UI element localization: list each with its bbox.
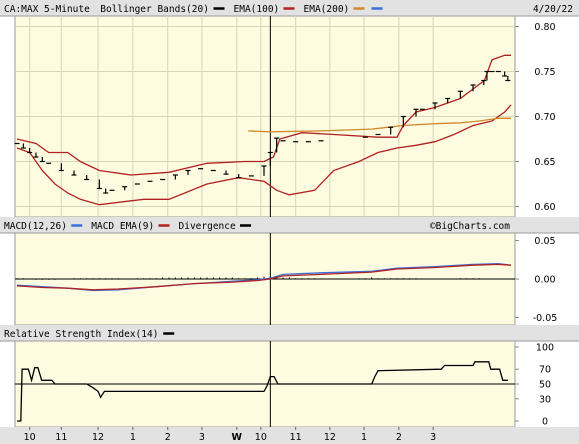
y-tick-label: 0.75 bbox=[534, 67, 555, 78]
y-tick-label: 0.60 bbox=[534, 202, 555, 213]
y-tick-label: 100 bbox=[536, 343, 554, 354]
stock-chart: CA:MAX 5-Minute Bollinger Bands(20) EMA(10… bbox=[0, 0, 579, 444]
x-tick-label: 1 bbox=[361, 432, 367, 443]
x-tick-label: 1 bbox=[130, 432, 136, 443]
legend-label: EMA(200) bbox=[304, 4, 350, 15]
x-tick-label: 11 bbox=[290, 432, 302, 443]
y-tick-label: -0.05 bbox=[533, 313, 558, 324]
panel-macd: MACD(12,26) MACD EMA(9) Divergence ©BigChar… bbox=[0, 217, 579, 326]
panel-rsi: Relative Strength Index(14) 100 70 50 30 0 bbox=[0, 325, 579, 428]
x-tick-label: 12 bbox=[324, 432, 336, 443]
x-tick-label: 10 bbox=[24, 432, 36, 443]
symbol-label: CA:MAX 5-Minute bbox=[4, 4, 90, 15]
legend-label: Relative Strength Index(14) bbox=[4, 329, 158, 340]
x-tick-label: 11 bbox=[55, 432, 67, 443]
time-axis: 10 11 12 1 2 3 W 10 11 12 1 2 3 bbox=[0, 427, 579, 444]
x-tick-label: 10 bbox=[255, 432, 267, 443]
legend-label: Bollinger Bands(20) bbox=[100, 4, 209, 15]
panel-price: CA:MAX 5-Minute Bollinger Bands(20) EMA(10… bbox=[0, 0, 579, 218]
x-tick-label: 3 bbox=[430, 432, 436, 443]
y-tick-label: 0.65 bbox=[534, 157, 555, 168]
watermark: ©BigCharts.com bbox=[430, 221, 510, 232]
y-tick-label: 0.00 bbox=[534, 275, 555, 286]
y-tick-label: 30 bbox=[539, 394, 551, 405]
x-tick-label: 2 bbox=[396, 432, 402, 443]
y-tick-label: 50 bbox=[539, 380, 551, 391]
chart-panels: CA:MAX 5-Minute Bollinger Bands(20) EMA(10… bbox=[0, 0, 579, 428]
date-label: 4/20/22 bbox=[533, 4, 573, 15]
legend-label: EMA(100) bbox=[234, 4, 280, 15]
y-tick-label: 0.80 bbox=[534, 22, 555, 33]
y-tick-label: 0.70 bbox=[534, 112, 555, 123]
y-tick-label: 0 bbox=[542, 417, 548, 428]
legend-label: MACD EMA(9) bbox=[91, 221, 154, 232]
x-tick-label: 2 bbox=[165, 432, 171, 443]
x-tick-label: W bbox=[232, 432, 243, 443]
x-tick-label: 3 bbox=[199, 432, 205, 443]
y-tick-label: 0.05 bbox=[534, 236, 555, 247]
y-tick-label: 70 bbox=[539, 365, 551, 376]
x-tick-label: 12 bbox=[92, 432, 104, 443]
legend-label: MACD(12,26) bbox=[4, 221, 67, 232]
legend-label: Divergence bbox=[179, 221, 236, 232]
